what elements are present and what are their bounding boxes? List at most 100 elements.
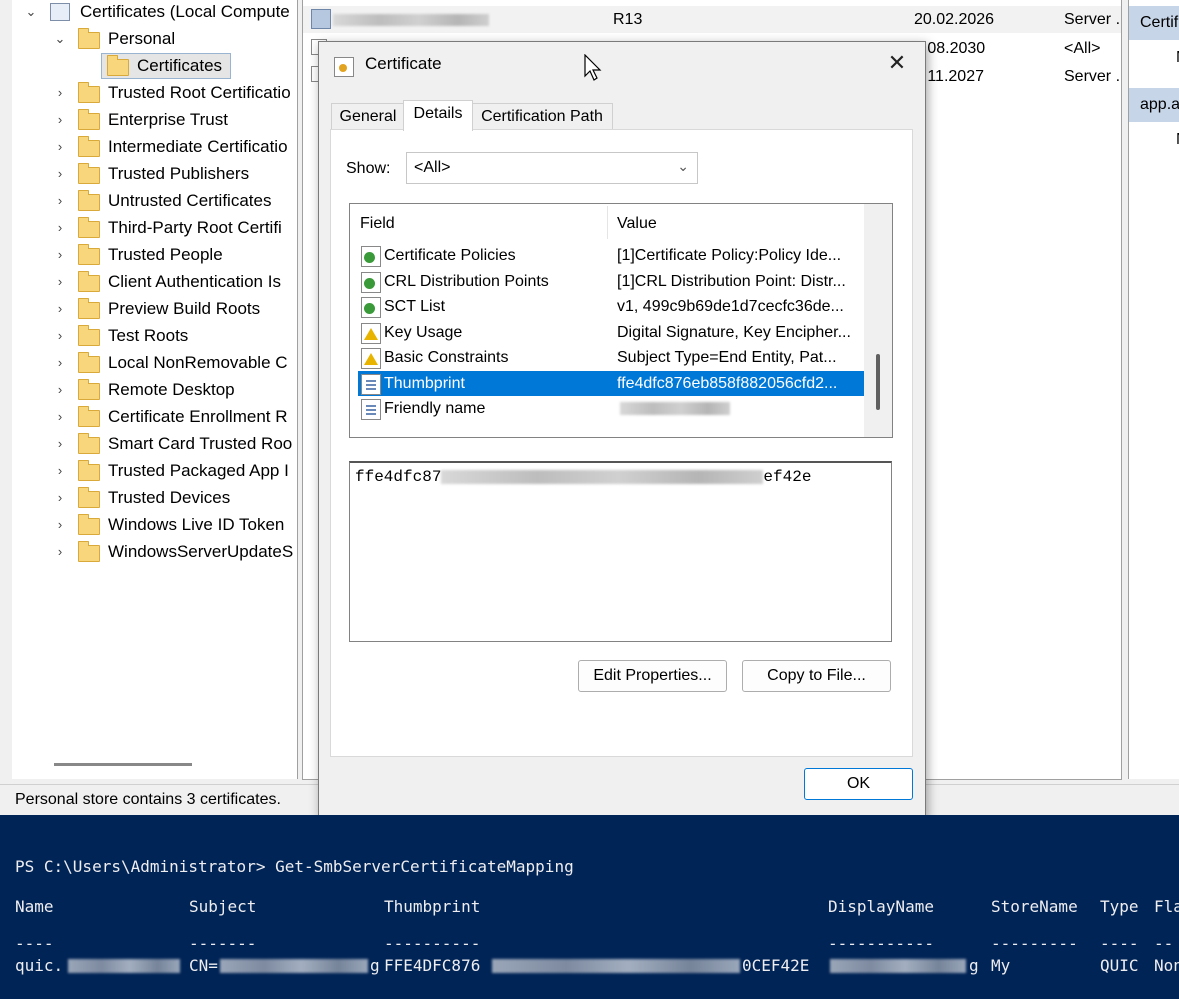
header-type: Type	[1100, 897, 1139, 916]
show-dropdown[interactable]: <All> ⌄	[406, 152, 698, 184]
field-row[interactable]: Thumbprint ffe4dfc876eb858f882056cfd2...	[358, 370, 864, 396]
chevron-right-icon[interactable]: ›	[53, 349, 67, 376]
tree-node[interactable]: › Trusted Devices	[12, 484, 297, 511]
warning-icon	[361, 348, 381, 369]
chevron-down-icon[interactable]: ⌄	[24, 0, 38, 25]
redacted-displayname	[830, 959, 966, 973]
certificate-icon	[334, 57, 354, 77]
redacted-thumbprint	[492, 959, 740, 973]
chevron-right-icon[interactable]: ›	[53, 511, 67, 538]
tree-node[interactable]: › Trusted Root Certificatio	[12, 79, 297, 106]
tree-node[interactable]: › Trusted People	[12, 241, 297, 268]
chevron-right-icon[interactable]: ›	[53, 295, 67, 322]
row-storename: My	[991, 956, 1011, 975]
column-header-field[interactable]: Field	[360, 215, 395, 233]
tree-node[interactable]: › Third-Party Root Certifi	[12, 214, 297, 241]
actions-header[interactable]: Certific	[1129, 6, 1179, 40]
warning-icon	[361, 322, 381, 344]
tree-node[interactable]: › Enterprise Trust	[12, 106, 297, 133]
folder-icon	[78, 298, 100, 319]
tree-node[interactable]: › Trusted Packaged App I	[12, 457, 297, 484]
folder-icon	[78, 325, 100, 346]
actions-header[interactable]: app.a	[1129, 88, 1179, 122]
chevron-right-icon[interactable]: ›	[53, 403, 67, 430]
tree-node-certificates[interactable]: Certificates	[12, 52, 297, 79]
tree-node[interactable]: › Client Authentication Is	[12, 268, 297, 295]
field-list[interactable]: Field Value Certificate Policies [1]Certi…	[349, 203, 893, 438]
tree-node-label: Smart Card Trusted Roo	[108, 434, 293, 453]
scrollbar-thumb[interactable]	[876, 354, 880, 410]
folder-icon	[78, 487, 100, 508]
tab-general[interactable]: General	[331, 103, 405, 130]
chevron-right-icon[interactable]: ›	[53, 79, 67, 106]
field-list-scrollbar[interactable]	[864, 204, 892, 437]
column-header-value[interactable]: Value	[617, 215, 657, 233]
field-row[interactable]: Friendly name	[358, 396, 864, 421]
edit-properties-button[interactable]: Edit Properties...	[578, 660, 727, 692]
tree-node-label: Trusted People	[108, 245, 223, 264]
folder-icon	[78, 136, 100, 157]
column-divider[interactable]	[607, 206, 608, 239]
powershell-console[interactable]: PS C:\Users\Administrator> Get-SmbServer…	[0, 815, 1179, 999]
header-flags: Fla	[1154, 897, 1179, 916]
tree-node-label: Local NonRemovable C	[108, 353, 288, 372]
field-row[interactable]: SCT List v1, 499c9b69de1d7cecfc36de...	[358, 294, 864, 319]
tree-node-label: Enterprise Trust	[108, 110, 228, 129]
tab-certification-path[interactable]: Certification Path	[471, 103, 613, 130]
field-row[interactable]: Basic Constraints Subject Type=End Entity…	[358, 345, 864, 370]
copy-to-file-button[interactable]: Copy to File...	[742, 660, 891, 692]
field-value: ffe4dfc876eb858f882056cfd2...	[617, 374, 838, 392]
tree-node[interactable]: › Remote Desktop	[12, 376, 297, 403]
chevron-down-icon[interactable]: ⌄	[53, 25, 67, 52]
certificate-dialog: Certificate ✕ General Details Certificat…	[318, 41, 926, 820]
tree-node-label: Preview Build Roots	[108, 299, 261, 318]
field-row[interactable]: Certificate Policies [1]Certificate Polic…	[358, 243, 864, 268]
folder-icon	[78, 28, 100, 49]
tree-node[interactable]: › Certificate Enrollment R	[12, 403, 297, 430]
chevron-right-icon[interactable]: ›	[53, 106, 67, 133]
chevron-right-icon[interactable]: ›	[53, 214, 67, 241]
tree-node-label: Intermediate Certificatio	[108, 137, 288, 156]
folder-icon	[78, 433, 100, 454]
chevron-right-icon[interactable]: ›	[53, 133, 67, 160]
folder-icon	[78, 514, 100, 535]
tree-node[interactable]: › Trusted Publishers	[12, 160, 297, 187]
field-value: [1]Certificate Policy:Policy Ide...	[617, 247, 842, 264]
chevron-right-icon[interactable]: ›	[53, 484, 67, 511]
tree-node[interactable]: › Intermediate Certificatio	[12, 133, 297, 160]
tree-root-node[interactable]: ⌄ Certificates (Local Compute	[12, 0, 297, 25]
field-row[interactable]: CRL Distribution Points [1]CRL Distributi…	[358, 269, 864, 294]
list-purpose: Server .	[1064, 68, 1121, 85]
chevron-right-icon[interactable]: ›	[53, 241, 67, 268]
tree-node[interactable]: › Smart Card Trusted Roo	[12, 430, 297, 457]
chevron-right-icon[interactable]: ›	[53, 376, 67, 403]
tree-node[interactable]: › WindowsServerUpdateS	[12, 538, 297, 565]
chevron-right-icon[interactable]: ›	[53, 538, 67, 565]
field-row[interactable]: Key Usage Digital Signature, Key Encipher…	[358, 320, 864, 345]
tree-horizontal-scrollbar[interactable]	[54, 763, 192, 766]
tree-node[interactable]: › Test Roots	[12, 322, 297, 349]
tree-node-label: Third-Party Root Certifi	[108, 218, 282, 237]
tree-node[interactable]: › Windows Live ID Token	[12, 511, 297, 538]
folder-icon	[78, 541, 100, 562]
header-storename: StoreName	[991, 897, 1078, 916]
chevron-right-icon[interactable]: ›	[53, 430, 67, 457]
chevron-right-icon[interactable]: ›	[53, 160, 67, 187]
tree-node-label: Remote Desktop	[108, 380, 235, 399]
chevron-right-icon[interactable]: ›	[53, 457, 67, 484]
status-text: Personal store contains 3 certificates.	[15, 791, 281, 808]
list-issued-by: R13	[613, 11, 643, 28]
actions-pane: Certific M app.a M	[1128, 0, 1179, 779]
chevron-right-icon[interactable]: ›	[53, 322, 67, 349]
tree-node[interactable]: › Untrusted Certificates	[12, 187, 297, 214]
chevron-right-icon[interactable]: ›	[53, 187, 67, 214]
tree-node[interactable]: › Local NonRemovable C	[12, 349, 297, 376]
console-tree[interactable]: ⌄ Certificates (Local Compute ⌄ Personal…	[12, 0, 298, 779]
ok-button[interactable]: OK	[804, 768, 913, 800]
chevron-right-icon[interactable]: ›	[53, 268, 67, 295]
close-icon[interactable]: ✕	[879, 48, 915, 78]
tab-details[interactable]: Details	[403, 100, 473, 131]
field-value-box[interactable]: ffe4dfc87 ef42e	[349, 461, 892, 642]
tree-node-personal[interactable]: ⌄ Personal	[12, 25, 297, 52]
tree-node[interactable]: › Preview Build Roots	[12, 295, 297, 322]
